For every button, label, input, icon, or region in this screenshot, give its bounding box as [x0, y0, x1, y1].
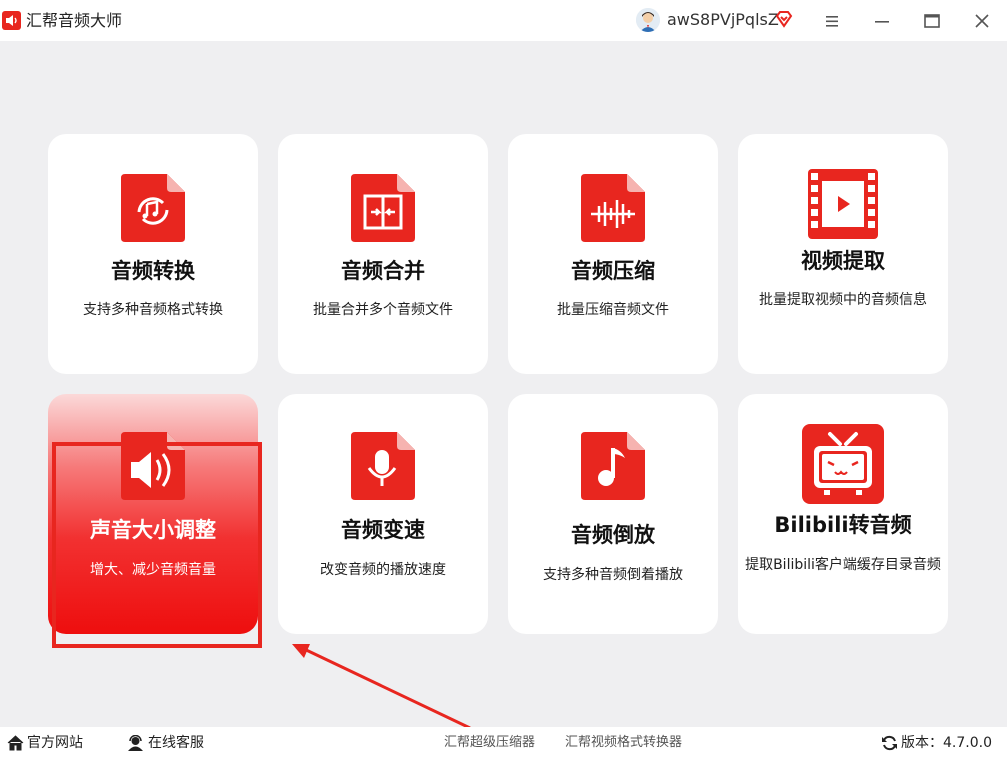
- card-title: 音频合并: [341, 259, 425, 283]
- card-desc: 批量提取视频中的音频信息: [759, 292, 927, 308]
- card-audio-compress[interactable]: 音频压缩 批量压缩音频文件: [508, 134, 718, 374]
- card-title: 音频转换: [111, 259, 195, 283]
- official-site-link[interactable]: 官方网站: [7, 734, 83, 752]
- card-audio-convert[interactable]: 音频转换 支持多种音频格式转换: [48, 134, 258, 374]
- close-icon: [975, 14, 989, 28]
- user-avatar[interactable]: [636, 8, 660, 32]
- card-title: Bilibili转音频: [774, 513, 912, 537]
- online-service-label: 在线客服: [148, 735, 204, 751]
- card-desc: 批量压缩音频文件: [557, 302, 669, 318]
- card-desc: 支持多种音频倒着播放: [543, 567, 683, 583]
- card-bilibili-audio[interactable]: Bilibili转音频 提取Bilibili客户端缓存目录音频: [738, 394, 948, 634]
- music-note-icon: [581, 432, 645, 500]
- bilibili-tv-icon: [802, 424, 884, 504]
- card-audio-merge[interactable]: 音频合并 批量合并多个音频文件: [278, 134, 488, 374]
- app-logo-icon: [2, 11, 21, 30]
- app-title: 汇帮音频大师: [26, 11, 123, 30]
- card-audio-reverse[interactable]: 音频倒放 支持多种音频倒着播放: [508, 394, 718, 634]
- maximize-button[interactable]: [920, 9, 944, 33]
- username[interactable]: awS8PVjPqlsZ: [667, 10, 779, 30]
- card-title: 音频倒放: [571, 523, 655, 547]
- card-desc: 支持多种音频格式转换: [83, 302, 223, 318]
- microphone-icon: [351, 432, 415, 500]
- official-site-label: 官方网站: [27, 735, 83, 751]
- audio-compress-icon: [581, 174, 645, 242]
- maximize-icon: [924, 14, 940, 28]
- audio-convert-icon: [121, 174, 185, 242]
- vip-diamond-icon[interactable]: [775, 10, 793, 28]
- version-info[interactable]: 版本：4.7.0.0: [881, 734, 992, 752]
- minimize-icon: [875, 21, 889, 23]
- close-button[interactable]: [970, 9, 994, 33]
- card-title: 音频压缩: [571, 259, 655, 283]
- annotation-arrow: [292, 644, 471, 730]
- footer-bar: 官方网站 在线客服 汇帮超级压缩器 汇帮视频格式转换器 版本：4.7.0.0: [0, 727, 1007, 757]
- audio-merge-icon: [351, 174, 415, 242]
- card-desc: 提取Bilibili客户端缓存目录音频: [745, 557, 941, 573]
- card-audio-speed[interactable]: 音频变速 改变音频的播放速度: [278, 394, 488, 634]
- version-label: 版本：4.7.0.0: [901, 735, 992, 751]
- minimize-button[interactable]: [870, 9, 894, 33]
- film-strip-icon: [808, 169, 878, 239]
- card-title: 音频变速: [341, 518, 425, 542]
- card-desc: 改变音频的播放速度: [320, 562, 446, 578]
- card-desc: 批量合并多个音频文件: [313, 302, 453, 318]
- card-video-extract[interactable]: 视频提取 批量提取视频中的音频信息: [738, 134, 948, 374]
- hamburger-icon: [826, 16, 838, 27]
- card-title: 视频提取: [801, 249, 885, 273]
- online-service-link[interactable]: 在线客服: [127, 734, 204, 752]
- refresh-icon: [882, 735, 897, 751]
- link-super-compressor[interactable]: 汇帮超级压缩器: [444, 735, 535, 751]
- customer-service-icon: [128, 735, 143, 751]
- menu-button[interactable]: [820, 9, 844, 33]
- link-video-converter[interactable]: 汇帮视频格式转换器: [565, 735, 682, 751]
- highlight-box: [52, 442, 262, 648]
- title-bar: 汇帮音频大师 awS8PVjPqlsZ: [0, 0, 1007, 41]
- home-icon: [7, 735, 24, 751]
